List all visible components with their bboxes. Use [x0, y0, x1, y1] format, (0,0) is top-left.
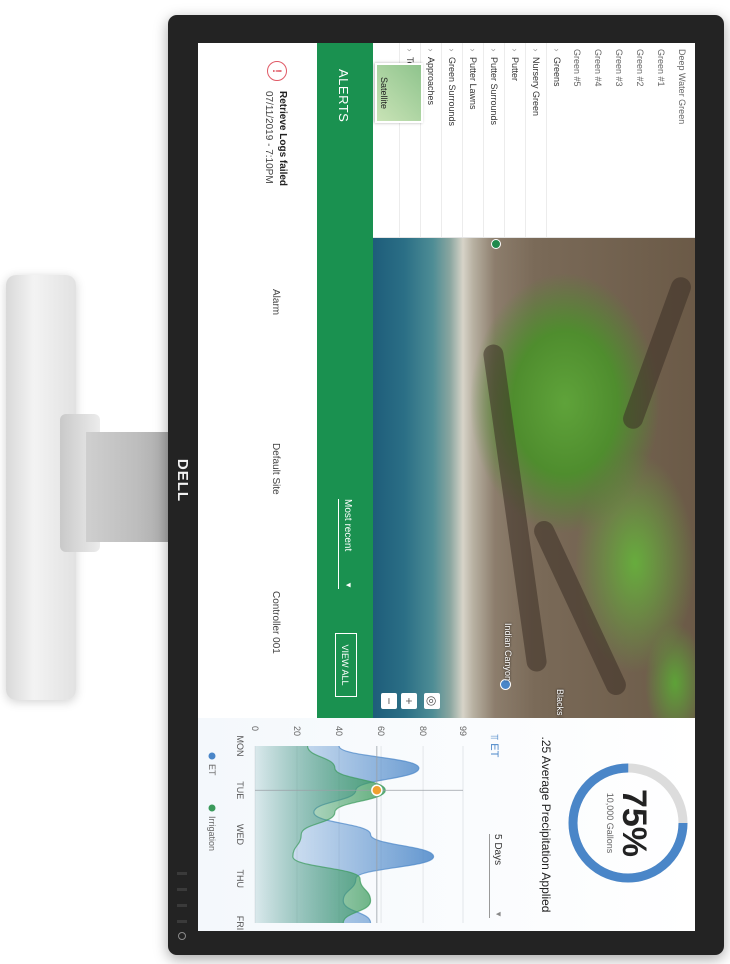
- alert-type: Alarm: [270, 289, 281, 316]
- layer-item[interactable]: › Nursery Green: [525, 43, 546, 238]
- map-terrain: [482, 343, 548, 673]
- satellite-label: Satellite: [379, 76, 389, 110]
- y-tick-label: 60: [376, 726, 386, 736]
- dell-logo: DELL: [169, 455, 197, 505]
- alert-time: 07/11/2019 - 7:10PM: [263, 91, 274, 184]
- alerts-sort-label: Most recent: [342, 499, 353, 552]
- y-tick-label: 0: [250, 726, 260, 731]
- map-marker-icon[interactable]: [491, 239, 501, 249]
- layer-item-label: Deep Water Green: [677, 49, 688, 125]
- precipitation-summary: .25 Average Precipitation Applied: [539, 736, 553, 913]
- alerts-title: ALERTS: [336, 69, 351, 123]
- chevron-right-icon: ›: [531, 48, 541, 52]
- et-label: ET: [488, 743, 500, 758]
- chevron-right-icon: ›: [426, 48, 436, 52]
- map-terrain: [530, 517, 630, 699]
- satellite-toggle-button[interactable]: Satellite: [375, 63, 423, 123]
- locate-icon[interactable]: ◎: [424, 693, 440, 709]
- chevron-right-icon: ›: [489, 48, 499, 52]
- alerts-header: ALERTS Most recent ▼ VIEW ALL: [317, 43, 373, 718]
- monitor-stand-arm: [86, 432, 172, 542]
- chevron-right-icon: ›: [510, 48, 520, 52]
- satellite-map[interactable]: Indian Canyon Blacks B − + ◎ Deep Water …: [373, 43, 695, 718]
- power-icon[interactable]: [178, 932, 186, 940]
- chevron-right-icon: ›: [468, 48, 478, 52]
- chevron-down-icon: ▼: [344, 581, 353, 589]
- bezel-button[interactable]: [177, 920, 187, 923]
- x-tick-label: FRI: [235, 916, 245, 931]
- layer-item-label: Green #3: [614, 49, 625, 87]
- layer-item-label: Green #1: [656, 49, 667, 87]
- layer-item-label: Approaches: [426, 57, 436, 106]
- layer-item[interactable]: Green #2: [630, 43, 651, 238]
- gauge-subtitle: 10,000 Gallons: [605, 792, 615, 854]
- legend-swatch: [208, 804, 216, 812]
- map-place-label: Blacks B: [555, 689, 565, 718]
- layer-item-label: Putter Surrounds: [489, 57, 499, 126]
- bezel-button[interactable]: [177, 888, 187, 891]
- et-header: ⫪ ET: [487, 734, 500, 757]
- alerts-sort-dropdown[interactable]: Most recent ▼: [338, 499, 353, 589]
- layer-item[interactable]: › Putter Lawns: [462, 43, 483, 238]
- x-tick-label: WED: [235, 824, 245, 845]
- bezel-button[interactable]: [177, 904, 187, 907]
- y-tick-label: 40: [334, 726, 344, 736]
- layer-item-label: Green #5: [572, 49, 583, 87]
- chevron-right-icon: ›: [447, 48, 457, 52]
- chevron-right-icon: ›: [405, 48, 415, 52]
- range-dropdown[interactable]: 5 Days ▼: [489, 834, 503, 918]
- gauge-value: 75%: [615, 788, 653, 858]
- app-window: Indian Canyon Blacks B − + ◎ Deep Water …: [198, 43, 695, 931]
- layer-item[interactable]: Green #1: [651, 43, 672, 238]
- zoom-out-button[interactable]: −: [381, 693, 397, 709]
- alert-site: Default Site: [270, 443, 281, 495]
- legend-label: ET: [207, 764, 217, 776]
- alert-circle-icon: !: [267, 61, 287, 81]
- map-terrain: [620, 274, 694, 432]
- view-all-button[interactable]: VIEW ALL: [335, 633, 357, 697]
- sprinkler-icon: ⫪: [488, 734, 500, 741]
- layer-item[interactable]: Green #3: [609, 43, 630, 238]
- legend-swatch: [208, 752, 216, 760]
- summary-panel: 75% 10,000 Gallons .25 Average Precipita…: [198, 718, 695, 931]
- et-irrigation-chart: 99 80 60 40 20 0 MON TUE WED THU FRI ET Irrigation: [207, 726, 468, 931]
- layer-item-label: Putter Lawns: [468, 57, 478, 110]
- hover-marker-point: [371, 784, 383, 796]
- layer-item-label: Nursery Green: [531, 57, 541, 117]
- layer-item[interactable]: › Putter: [504, 43, 525, 238]
- x-tick-label: THU: [235, 870, 245, 889]
- y-tick-label: 20: [292, 726, 302, 736]
- layer-item[interactable]: › Green Surrounds: [441, 43, 462, 238]
- chevron-right-icon: ›: [552, 48, 562, 52]
- layer-item-label: Greens: [552, 57, 562, 87]
- layer-item-label: Putter: [510, 57, 520, 82]
- layer-item-label: Green Surrounds: [447, 57, 457, 127]
- layer-item-label: Green #2: [635, 49, 646, 87]
- monitor-screen: Indian Canyon Blacks B − + ◎ Deep Water …: [198, 43, 695, 931]
- alert-title: Retrieve Logs failed: [277, 91, 288, 187]
- layer-item[interactable]: Green #5: [567, 43, 588, 238]
- bezel-button[interactable]: [177, 872, 187, 875]
- zoom-in-button[interactable]: +: [401, 693, 417, 709]
- layer-item[interactable]: Deep Water Green: [672, 43, 693, 238]
- layer-item[interactable]: › Greens: [546, 43, 567, 238]
- layer-item[interactable]: › Approaches: [420, 43, 441, 238]
- layer-item-label: Green #4: [593, 49, 604, 87]
- x-tick-label: MON: [235, 736, 245, 757]
- layer-item[interactable]: Green #4: [588, 43, 609, 238]
- map-place-label: Indian Canyon: [503, 623, 513, 682]
- chevron-down-icon: ▼: [494, 910, 503, 918]
- alerts-list: ! Retrieve Logs failed 07/11/2019 - 7:10…: [198, 43, 317, 718]
- legend-label: Irrigation: [207, 816, 217, 851]
- dell-logo-text: DELL: [174, 458, 192, 502]
- range-label: 5 Days: [492, 834, 503, 866]
- x-tick-label: TUE: [235, 781, 245, 799]
- layer-item[interactable]: › Putter Surrounds: [483, 43, 504, 238]
- y-tick-label: 99: [458, 726, 468, 736]
- y-tick-label: 80: [418, 726, 428, 736]
- alert-controller: Controller 001: [270, 591, 281, 654]
